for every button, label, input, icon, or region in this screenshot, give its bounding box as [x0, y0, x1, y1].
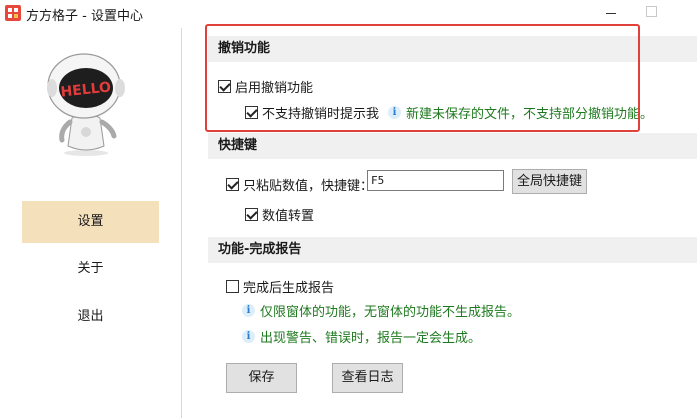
mascot-robot-image: HELLO — [47, 53, 125, 156]
info-icon: i — [242, 330, 255, 343]
sidebar-item-exit[interactable]: 退出 — [22, 296, 159, 338]
undo-note-text: 新建未保存的文件，不支持部分撤销功能。 — [406, 107, 654, 122]
generate-report-checkbox[interactable]: 完成后生成报告 — [226, 277, 334, 296]
checkbox-box[interactable] — [226, 178, 239, 191]
report-note-2: i 出现警告、错误时，报告一定会生成。 — [242, 327, 481, 346]
hotkey-input[interactable]: F5 — [367, 170, 504, 191]
checkbox-box[interactable] — [226, 280, 239, 293]
title-bar: 方方格子 - 设置中心 — [0, 0, 697, 28]
paste-values-checkbox[interactable]: 只粘贴数值，快捷键： — [226, 175, 373, 194]
report-note-2-text: 出现警告、错误时，报告一定会生成。 — [260, 331, 482, 346]
report-note-1-text: 仅限窗体的功能，无窗体的功能不生成报告。 — [260, 305, 521, 320]
info-icon: i — [388, 106, 401, 119]
enable-undo-checkbox[interactable]: 启用撤销功能 — [218, 77, 313, 96]
minimize-button[interactable] — [600, 3, 624, 23]
paste-values-label: 只粘贴数值，快捷键： — [243, 179, 374, 194]
transpose-label: 数值转置 — [262, 209, 315, 224]
transpose-checkbox[interactable]: 数值转置 — [245, 205, 314, 224]
undo-section-header: 撤销功能 — [208, 36, 697, 62]
checkbox-box[interactable] — [245, 208, 258, 221]
view-log-button[interactable]: 查看日志 — [332, 363, 403, 393]
hotkey-section-header: 快捷键 — [208, 133, 697, 159]
maximize-button[interactable] — [646, 6, 657, 17]
info-icon: i — [242, 304, 255, 317]
sidebar-divider — [181, 28, 182, 418]
checkbox-box[interactable] — [245, 106, 258, 119]
enable-undo-label: 启用撤销功能 — [235, 81, 314, 96]
app-logo-icon — [5, 5, 21, 21]
global-hotkey-button[interactable]: 全局快捷键 — [512, 169, 587, 194]
sidebar-item-settings[interactable]: 设置 — [22, 201, 159, 243]
sidebar-item-about[interactable]: 关于 — [22, 248, 159, 290]
window-title: 方方格子 - 设置中心 — [26, 9, 143, 24]
generate-report-label: 完成后生成报告 — [243, 281, 335, 296]
undo-note: i 新建未保存的文件，不支持部分撤销功能。 — [388, 103, 653, 122]
sidebar: HELLO 设置 关于 退出 — [0, 28, 181, 418]
report-section-header: 功能-完成报告 — [208, 237, 697, 263]
warn-unsupported-label: 不支持撤销时提示我 — [262, 107, 380, 122]
checkbox-box[interactable] — [218, 80, 231, 93]
report-note-1: i 仅限窗体的功能，无窗体的功能不生成报告。 — [242, 301, 520, 320]
save-button[interactable]: 保存 — [226, 363, 297, 393]
warn-unsupported-undo-checkbox[interactable]: 不支持撤销时提示我 — [245, 103, 379, 122]
